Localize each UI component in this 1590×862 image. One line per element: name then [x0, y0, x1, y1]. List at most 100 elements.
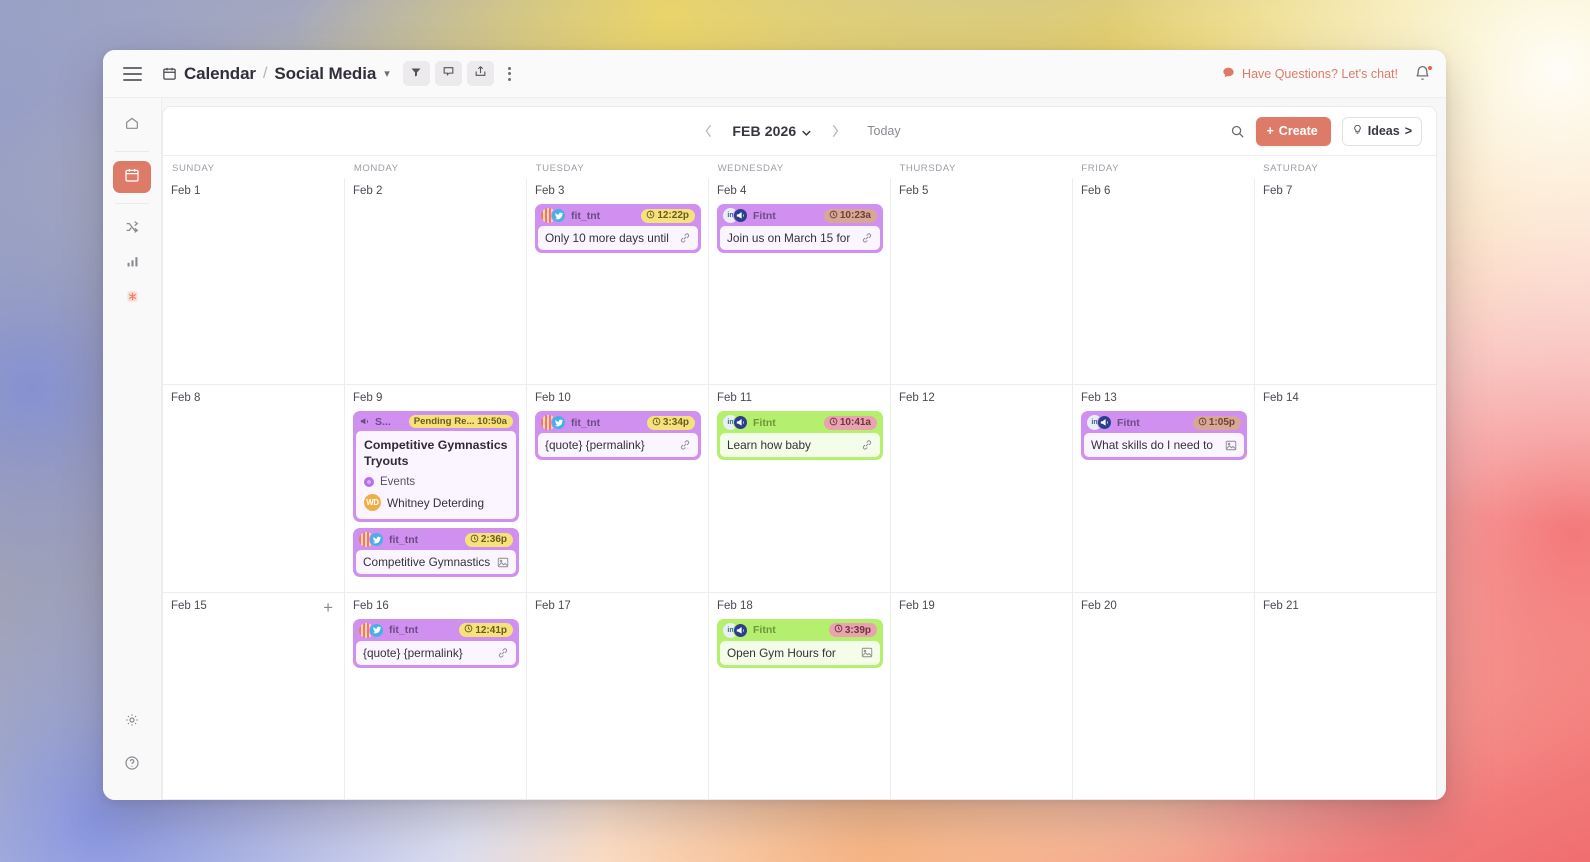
calendar-day-cell[interactable]: Feb 18inFitnt3:39pOpen Gym Hours for [708, 593, 890, 799]
next-month-button[interactable] [825, 121, 845, 141]
calendar-event[interactable]: inFitnt10:41aLearn how baby [717, 411, 883, 460]
calendar-event[interactable]: inFitnt3:39pOpen Gym Hours for [717, 619, 883, 668]
megaphone-icon [359, 416, 370, 427]
day-number: Feb 8 [171, 392, 337, 404]
event-body: Learn how baby [720, 433, 880, 457]
filter-icon [410, 65, 422, 83]
day-number: Feb 9 [353, 392, 519, 404]
home-icon [124, 115, 140, 136]
calendar-event[interactable]: fit_tnt2:36pCompetitive Gymnastics [353, 528, 519, 577]
event-time-pill: 3:34p [647, 416, 695, 430]
calendar-day-cell[interactable]: Feb 20 [1072, 593, 1254, 799]
calendar-event[interactable]: inFitnt10:23aJoin us on March 15 for [717, 204, 883, 253]
network-avatars [359, 532, 384, 547]
calendar-day-cell[interactable]: Feb 5 [890, 178, 1072, 384]
tag-dot-icon [364, 477, 374, 487]
hamburger-menu-icon[interactable] [103, 67, 162, 81]
twitter-icon [369, 532, 384, 547]
day-number: Feb 21 [1263, 600, 1429, 612]
rail-divider-1 [115, 151, 149, 152]
sidebar-item-home[interactable] [113, 109, 151, 141]
calendar-day-cell[interactable]: Feb 6 [1072, 178, 1254, 384]
link-icon [497, 647, 509, 659]
day-of-week-wednesday: WEDNESDAY [709, 163, 891, 178]
chevron-down-icon[interactable]: ▾ [384, 67, 390, 80]
breadcrumb-calendar[interactable]: Calendar [184, 64, 256, 84]
event-assignee-row: WDWhitney Deterding [364, 494, 508, 511]
sidebar-item-analytics[interactable] [113, 248, 151, 280]
link-icon [861, 439, 873, 451]
image-icon [861, 647, 873, 658]
sidebar-item-spark[interactable] [113, 283, 151, 315]
comment-button[interactable] [435, 61, 462, 86]
calendar-grid: Feb 1Feb 2 Feb 3 fit_tnt12:22pOnly 10 more… [163, 178, 1436, 799]
sidebar-item-settings[interactable] [113, 706, 151, 738]
calendar-day-cell[interactable]: Feb 21 [1254, 593, 1436, 799]
add-event-button[interactable]: + [323, 599, 333, 616]
month-navigation: FEB 2026 Today [698, 121, 900, 141]
calendar-day-cell[interactable]: Feb 2 [344, 178, 526, 384]
ideas-button[interactable]: Ideas > [1342, 117, 1422, 146]
calendar-day-cell[interactable]: Feb 17 [526, 593, 708, 799]
chat-support-link[interactable]: Have Questions? Let's chat! [1222, 66, 1398, 82]
megaphone-avatar-icon [733, 623, 748, 638]
filter-button[interactable] [403, 61, 430, 86]
calendar-event[interactable]: fit_tnt3:34p{quote} {permalink} [535, 411, 701, 460]
breadcrumb-social-media[interactable]: Social Media [274, 64, 376, 84]
app-body: FEB 2026 Today [103, 98, 1446, 800]
link-icon [679, 232, 691, 244]
calendar-day-cell[interactable]: Feb 14 [1254, 385, 1436, 591]
share-button[interactable] [467, 61, 494, 86]
kebab-menu-icon[interactable] [502, 61, 518, 86]
sidebar-item-help[interactable] [113, 749, 151, 781]
search-icon[interactable] [1230, 124, 1245, 139]
calendar-day-cell[interactable]: Feb 15+ [163, 593, 344, 799]
calendar-day-cell[interactable]: Feb 7 [1254, 178, 1436, 384]
day-number: Feb 5 [899, 185, 1065, 197]
clock-icon [646, 210, 655, 222]
day-number: Feb 6 [1081, 185, 1247, 197]
calendar-day-cell[interactable]: Feb 13inFitnt1:05pWhat skills do I need … [1072, 385, 1254, 591]
calendar-day-cell[interactable]: Feb 9 S...Pending Re... 10:50aCompetitive… [344, 385, 526, 591]
event-time-pill: 1:05p [1193, 416, 1241, 430]
calendar-day-cell[interactable]: Feb 1 [163, 178, 344, 384]
calendar-event[interactable]: fit_tnt12:22pOnly 10 more days until [535, 204, 701, 253]
twitter-icon [369, 623, 384, 638]
calendar-day-cell[interactable]: Feb 4inFitnt10:23aJoin us on March 15 fo… [708, 178, 890, 384]
ideas-label: Ideas [1368, 124, 1400, 138]
clock-icon [829, 210, 838, 222]
calendar-day-cell[interactable]: Feb 8 [163, 385, 344, 591]
network-avatars: in [723, 208, 748, 223]
day-of-week-header: SUNDAYMONDAYTUESDAYWEDNESDAYTHURSDAYFRID… [163, 156, 1436, 178]
sidebar-item-shuffle[interactable] [113, 213, 151, 245]
event-body: {quote} {permalink} [356, 641, 516, 665]
event-time-pill: 10:41a [824, 416, 877, 430]
calendar-day-cell[interactable]: Feb 10fit_tnt3:34p{quote} {permalink} [526, 385, 708, 591]
prev-month-button[interactable] [698, 121, 718, 141]
plus-icon: + [1266, 124, 1273, 138]
calendar-day-cell[interactable]: Feb 12 [890, 385, 1072, 591]
calendar-day-cell[interactable]: Feb 19 [890, 593, 1072, 799]
day-number: Feb 3 [535, 185, 701, 197]
month-selector[interactable]: FEB 2026 [732, 123, 811, 139]
megaphone-avatar-icon [733, 208, 748, 223]
day-number: Feb 15 [171, 600, 337, 612]
event-account-handle: fit_tnt [389, 534, 418, 546]
twitter-icon [551, 208, 566, 223]
create-label: Create [1279, 124, 1318, 138]
today-button[interactable]: Today [867, 124, 900, 138]
day-number: Feb 19 [899, 600, 1065, 612]
calendar-event[interactable]: fit_tnt12:41p{quote} {permalink} [353, 619, 519, 668]
create-button[interactable]: + Create [1256, 117, 1330, 146]
calendar-day-cell[interactable]: Feb 11inFitnt10:41aLearn how baby [708, 385, 890, 591]
event-header: inFitnt3:39p [720, 622, 880, 641]
calendar-event[interactable]: inFitnt1:05pWhat skills do I need to [1081, 411, 1247, 460]
calendar-day-cell[interactable]: Feb 16fit_tnt12:41p{quote} {permalink} [344, 593, 526, 799]
calendar-day-cell[interactable]: Feb 3 fit_tnt12:22pOnly 10 more days unti… [526, 178, 708, 384]
notification-bell-icon[interactable] [1414, 64, 1432, 84]
app-window: Calendar / Social Media ▾ [103, 50, 1446, 800]
sidebar-item-calendar[interactable] [113, 161, 151, 193]
event-account-handle: Fitnt [1117, 417, 1140, 429]
calendar-event[interactable]: S...Pending Re... 10:50aCompetitive Gymn… [353, 411, 519, 522]
event-text: {quote} {permalink} [363, 646, 491, 660]
